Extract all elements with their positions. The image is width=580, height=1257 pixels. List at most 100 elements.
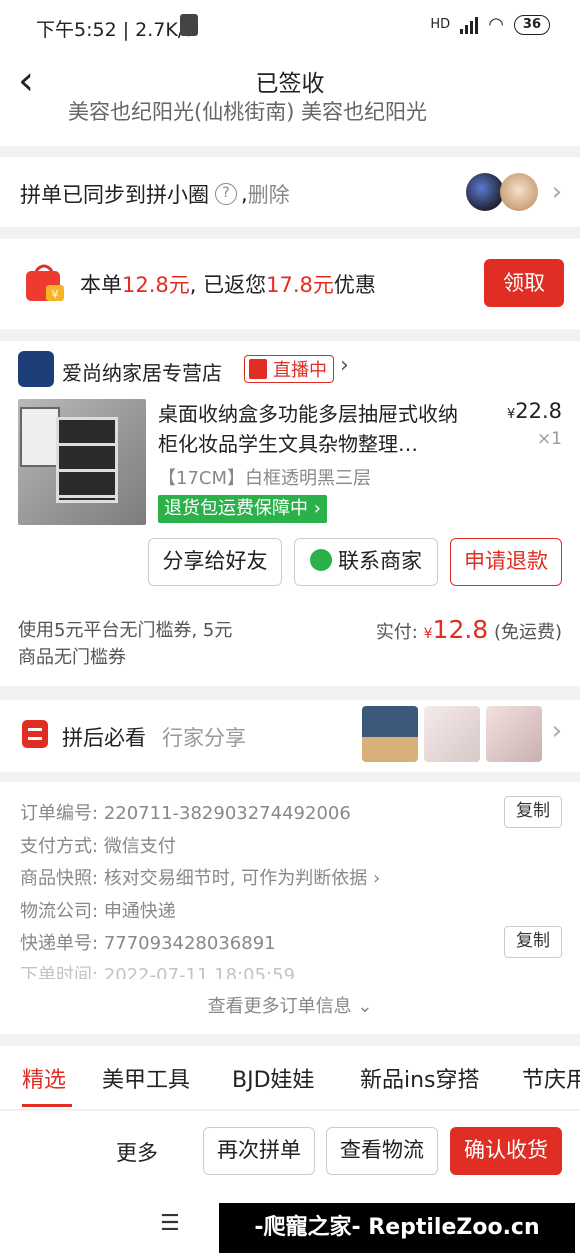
chevron-right-icon[interactable]: › [340,353,349,378]
more-order-info[interactable]: 查看更多订单信息 ⌄ [0,992,580,1018]
coupon-pre: 本单 [80,273,122,297]
coupon-amount: 12.8元 [122,273,190,297]
pinhou-row[interactable]: 拼后必看 行家分享 › [0,700,580,772]
tab-nail-tools[interactable]: 美甲工具 [102,1062,190,1094]
tab-ins-outfits[interactable]: 新品ins穿搭 [360,1062,480,1094]
paid-amount: 实付: ¥12.8 (免运费) [376,615,562,644]
order-value: 220711-382903274492006 [103,803,351,824]
address-text: 美容也纪阳光(仙桃街南) 美容也纪阳光 [68,100,428,124]
order-label: 订单编号: [20,803,99,824]
copy-tracking-button[interactable]: 复制 [504,926,562,958]
order-label: 支付方式: [20,836,99,857]
payment-row: 支付方式: 微信支付 [20,832,176,858]
order-label: 快递单号: [20,933,99,954]
coupon-text: 本单12.8元, 已返您17.8元优惠 [80,269,376,299]
confirm-receipt-button[interactable]: 确认收货 [450,1127,562,1175]
copy-order-button[interactable]: 复制 [504,796,562,828]
order-label: 物流公司: [20,901,99,922]
view-logistics-button[interactable]: 查看物流 [326,1127,438,1175]
shopping-bag-icon: ¥ [26,264,64,301]
share-thumbnail [362,706,418,762]
coupon-row: ¥ 本单12.8元, 已返您17.8元优惠 领取 [0,239,580,329]
live-icon [249,359,267,379]
order-item-card: 爱尚纳家居专营店 直播中 › 桌面收纳盒多功能多层抽屉式收纳柜化妆品学生文具杂物… [0,341,580,686]
status-time: 下午5:52 | 2.7K/s [36,19,195,41]
product-title[interactable]: 桌面收纳盒多功能多层抽屉式收纳柜化妆品学生文具杂物整理… [158,399,468,459]
pindan-text: 拼单已同步到拼小圈 [20,183,209,207]
category-tabs: 精选 美甲工具 BJD娃娃 新品ins穿搭 节庆用 [0,1046,580,1110]
sim-icon [180,14,198,36]
coupon-mid: , 已返您 [189,273,267,297]
svg-text:¥: ¥ [52,288,59,301]
order-value: 核对交易细节时, 可作为判断依据 [103,868,368,889]
share-thumbnail [424,706,480,762]
menu-icon[interactable]: ☰ [160,1211,180,1236]
status-bar: 下午5:52 | 2.7K/s HD ◠ 36 [0,0,580,52]
claim-button[interactable]: 领取 [484,259,564,307]
tab-festival[interactable]: 节庆用 [522,1062,580,1094]
pinhou-title: 拼后必看 [62,726,146,750]
price-symbol: ¥ [506,407,516,422]
avatar [466,173,504,211]
order-label: 下单时间: [20,965,99,979]
address-section: 美容也纪阳光(仙桃街南) 美容也纪阳光 [0,100,580,146]
pindan-sync-row[interactable]: 拼单已同步到拼小圈 ? , 删除 › [0,157,580,227]
store-logo [18,351,54,387]
live-badge[interactable]: 直播中 [244,355,334,383]
chevron-right-icon: › [313,498,321,519]
chat-icon [310,549,332,571]
bottom-action-bar: 更多 再次拼单 查看物流 确认收货 [0,1111,580,1191]
page-title: 已签收 [255,71,325,97]
delete-link[interactable]: 删除 [248,179,290,209]
status-right: HD ◠ 36 [430,14,550,35]
return-guarantee-badge[interactable]: 退货包运费保障中 › [158,495,327,523]
order-value: 申通快递 [103,901,176,922]
product-image[interactable] [18,399,146,525]
product-spec: 【17CM】白框透明黑三层 [158,468,372,489]
product-qty: ×1 [536,429,562,449]
order-label: 商品快照: [20,868,99,889]
coupon-discount: 17.8元 [266,273,334,297]
tab-jingxuan[interactable]: 精选 [22,1062,66,1094]
wifi-icon: ◠ [488,14,504,35]
pindan-text-group: 拼单已同步到拼小圈 ? , 删除 [20,179,290,209]
avatar [500,173,538,211]
chevron-right-icon: › [373,868,381,889]
share-button[interactable]: 分享给好友 [148,538,282,586]
share-thumbnail [486,706,542,762]
tracking-row: 快递单号: 777093428036891 [20,929,276,955]
paid-symbol: ¥ [423,626,433,642]
battery-icon: 36 [513,14,550,35]
chevron-right-icon: › [551,177,562,207]
paid-note: (免运费) [493,622,562,643]
order-value: 微信支付 [103,836,176,857]
paid-value: 12.8 [432,615,489,644]
more-button[interactable]: 更多 [116,1137,158,1167]
refund-button[interactable]: 申请退款 [450,538,562,586]
order-value: 777093428036891 [103,933,276,954]
store-name[interactable]: 爱尚纳家居专营店 [62,357,222,386]
live-label: 直播中 [273,360,327,381]
pinhou-subtitle: 行家分享 [162,726,246,750]
order-info: 订单编号: 220711-382903274492006 复制 支付方式: 微信… [0,782,580,1034]
help-icon[interactable]: ? [215,183,237,205]
guarantee-text: 退货包运费保障中 [164,498,308,519]
contact-seller-button[interactable]: 联系商家 [294,538,438,586]
order-time-row: 下单时间: 2022-07-11 18:05:59 [20,961,295,979]
more-order-label: 查看更多订单信息 [207,996,352,1017]
watermark: -爬寵之家- ReptileZoo.cn [219,1203,575,1253]
order-value: 2022-07-11 18:05:59 [103,965,295,979]
tab-bjd-dolls[interactable]: BJD娃娃 [232,1062,315,1094]
comma: , [241,182,248,206]
reorder-button[interactable]: 再次拼单 [203,1127,315,1175]
snapshot-row[interactable]: 商品快照: 核对交易细节时, 可作为判断依据 › [20,864,380,890]
chevron-down-icon: ⌄ [357,996,373,1017]
signal-icon [460,16,479,34]
hd-label: HD [430,17,451,32]
order-number-row: 订单编号: 220711-382903274492006 [20,799,351,825]
price-value: 22.8 [515,399,562,423]
coupon-post: 优惠 [333,273,376,297]
active-tab-underline [22,1104,72,1107]
product-price: ¥22.8 [507,399,562,423]
list-icon [22,720,48,748]
